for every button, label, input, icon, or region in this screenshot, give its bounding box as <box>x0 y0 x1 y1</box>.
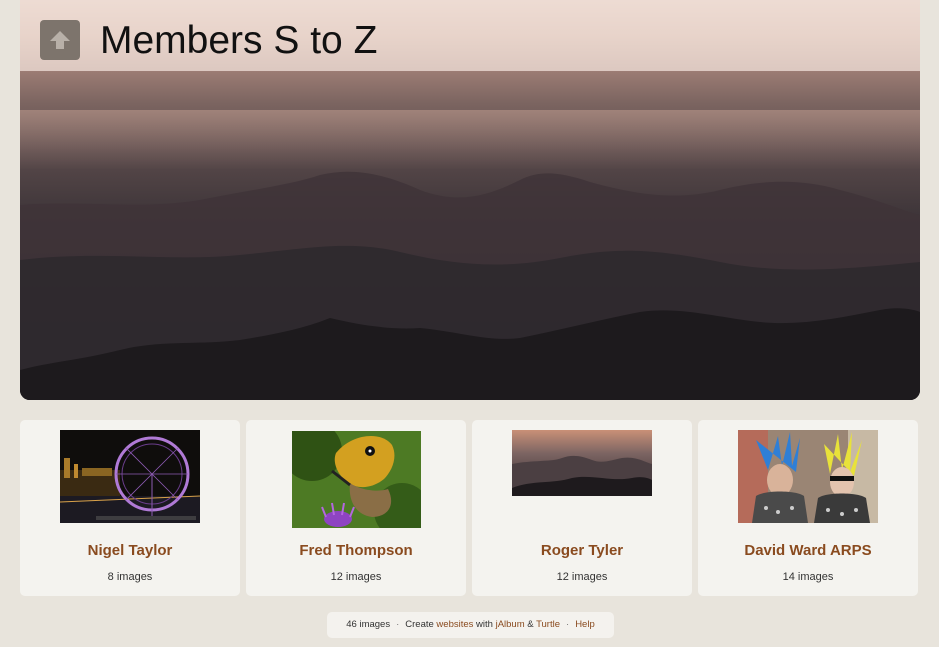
image-count: 12 images <box>330 571 382 583</box>
image-count: 8 images <box>107 571 153 583</box>
member-name[interactable]: Roger Tyler <box>472 542 692 559</box>
folder-card[interactable]: David Ward ARPS 14 images <box>698 420 918 596</box>
footer-create-text: Create <box>405 619 434 630</box>
help-link[interactable]: Help <box>575 619 595 630</box>
jalbum-link[interactable]: jAlbum <box>496 619 525 630</box>
websites-link[interactable]: websites <box>436 619 473 630</box>
separator: · <box>566 619 570 630</box>
up-button[interactable] <box>40 20 80 60</box>
separator: · <box>396 619 400 630</box>
up-arrow-icon <box>50 31 70 49</box>
page-title: Members S to Z <box>100 19 378 62</box>
member-folders: Nigel Taylor 8 images Fred Thompson 12 i… <box>20 420 920 596</box>
footer-image-count: 46 images <box>346 619 391 630</box>
folder-card[interactable]: Roger Tyler 12 images <box>472 420 692 596</box>
mohawk-punks-photo[interactable] <box>738 430 878 523</box>
footer-with-text: with <box>476 619 493 630</box>
image-count: 14 images <box>782 571 834 583</box>
member-name[interactable]: Fred Thompson <box>246 542 466 559</box>
folder-card[interactable]: Fred Thompson 12 images <box>246 420 466 596</box>
misty-mountains-photo[interactable] <box>512 430 652 496</box>
title-bar: Members S to Z <box>20 0 920 71</box>
hero-image: Members S to Z <box>20 0 920 400</box>
turtle-link[interactable]: Turtle <box>536 619 560 630</box>
image-count: 12 images <box>556 571 608 583</box>
butterfly-on-thistle-photo[interactable] <box>292 431 421 528</box>
footer-amp: & <box>527 619 534 630</box>
london-eye-night-photo[interactable] <box>60 430 200 523</box>
folder-card[interactable]: Nigel Taylor 8 images <box>20 420 240 596</box>
member-name[interactable]: David Ward ARPS <box>698 542 918 559</box>
member-name[interactable]: Nigel Taylor <box>20 542 240 559</box>
footer: 46 images · Create websites with jAlbum & … <box>327 612 614 638</box>
